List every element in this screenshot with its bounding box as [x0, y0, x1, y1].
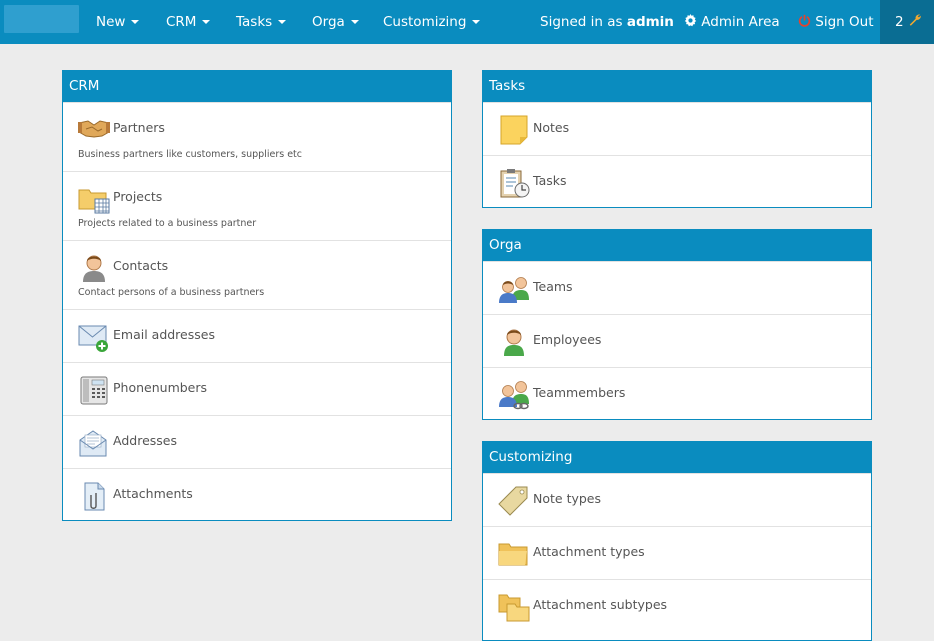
- nav-customizing-menu[interactable]: Customizing: [383, 0, 481, 44]
- signed-in-user: admin: [626, 14, 674, 30]
- team-icon: [499, 277, 529, 303]
- nav-orga-menu[interactable]: Orga: [312, 0, 359, 44]
- email-add-icon: [78, 325, 108, 352]
- project-folder-icon: [78, 189, 110, 214]
- chevron-down-icon: [202, 20, 211, 24]
- customizing-item-attachment-subtypes[interactable]: Attachment subtypes: [483, 579, 871, 632]
- chevron-down-icon: [350, 20, 359, 24]
- task-clipboard-icon: [500, 169, 530, 198]
- subfolder-icon: [498, 594, 530, 622]
- crm-item-phonenumbers[interactable]: Phonenumbers: [63, 362, 451, 415]
- customizing-panel-title: Customizing: [483, 442, 871, 473]
- sign-out-link[interactable]: Sign Out: [798, 0, 874, 44]
- address-envelope-icon: [79, 430, 107, 457]
- folder-icon: [498, 543, 528, 566]
- customizing-panel: Customizing Note types Attachment types …: [482, 441, 872, 641]
- crm-panel-title: CRM: [63, 71, 451, 102]
- crm-item-desc: Contact persons of a business partners: [78, 287, 265, 298]
- brand-logo[interactable]: [4, 5, 79, 33]
- crm-item-label: Phonenumbers: [113, 380, 208, 395]
- teammember-icon: [499, 381, 529, 410]
- contact-person-icon: [83, 255, 105, 282]
- orga-item-teammembers[interactable]: Teammembers: [483, 367, 871, 420]
- crm-item-label: Email addresses: [113, 327, 215, 342]
- crm-item-email-addresses[interactable]: Email addresses: [63, 309, 451, 362]
- orga-item-label: Teams: [533, 279, 573, 294]
- top-navbar: New CRM Tasks Orga Customizing Signed in…: [0, 0, 934, 44]
- nav-new-label: New: [96, 14, 126, 30]
- crm-item-label: Projects: [113, 189, 163, 204]
- orga-item-label: Employees: [533, 332, 602, 347]
- employee-icon: [504, 329, 524, 356]
- crm-item-desc: Projects related to a business partner: [78, 218, 257, 229]
- nav-customizing-label: Customizing: [383, 14, 467, 30]
- crm-item-addresses[interactable]: Addresses: [63, 415, 451, 468]
- nav-crm-label: CRM: [166, 14, 197, 30]
- chevron-down-icon: [131, 20, 140, 24]
- tasks-panel-title: Tasks: [483, 71, 871, 102]
- signed-in-status: Signed in as admin: [540, 0, 674, 44]
- customizing-item-note-types[interactable]: Note types: [483, 473, 871, 526]
- sticky-note-icon: [500, 115, 528, 145]
- crm-item-label: Attachments: [113, 486, 193, 501]
- orga-item-label: Teammembers: [533, 385, 626, 400]
- nav-new-menu[interactable]: New: [96, 0, 140, 44]
- crm-item-label: Partners: [113, 120, 165, 135]
- tasks-item-notes[interactable]: Notes: [483, 102, 871, 155]
- signed-in-prefix: Signed in as: [540, 14, 623, 30]
- admin-area-link[interactable]: Admin Area: [684, 0, 780, 44]
- tasks-item-label: Notes: [533, 120, 570, 135]
- admin-area-label: Admin Area: [701, 14, 780, 30]
- nav-orga-label: Orga: [312, 14, 345, 30]
- tasks-item-label: Tasks: [533, 173, 567, 188]
- customizing-item-label: Note types: [533, 491, 601, 506]
- chevron-down-icon: [472, 20, 481, 24]
- gear-icon: [684, 14, 697, 27]
- crm-item-label: Contacts: [113, 258, 169, 273]
- chevron-down-icon: [278, 20, 287, 24]
- crm-item-contacts[interactable]: Contacts Contact persons of a business p…: [63, 240, 451, 309]
- crm-item-attachments[interactable]: Attachments: [63, 468, 451, 521]
- orga-item-employees[interactable]: Employees: [483, 314, 871, 367]
- nav-tasks-label: Tasks: [236, 14, 273, 30]
- customizing-item-label: Attachment subtypes: [533, 597, 668, 612]
- tasks-item-tasks[interactable]: Tasks: [483, 155, 871, 208]
- orga-panel-title: Orga: [483, 230, 871, 261]
- crm-panel: CRM Partners Business partners like cust…: [62, 70, 452, 521]
- tasks-panel: Tasks Notes Tasks: [482, 70, 872, 208]
- crm-item-label: Addresses: [113, 433, 177, 448]
- customizing-item-attachment-types[interactable]: Attachment types: [483, 526, 871, 579]
- tag-icon: [498, 486, 528, 516]
- tools-badge-button[interactable]: 2: [880, 0, 934, 44]
- phone-icon: [80, 376, 108, 405]
- attachment-icon: [84, 482, 105, 511]
- handshake-icon: [78, 120, 110, 138]
- crm-item-desc: Business partners like customers, suppli…: [78, 149, 302, 160]
- wrench-icon: [909, 14, 921, 26]
- crm-item-partners[interactable]: Partners Business partners like customer…: [63, 102, 451, 171]
- crm-item-projects[interactable]: Projects Projects related to a business …: [63, 171, 451, 240]
- sign-out-label: Sign Out: [815, 14, 874, 30]
- customizing-item-label: Attachment types: [533, 544, 645, 559]
- nav-crm-menu[interactable]: CRM: [166, 0, 211, 44]
- badge-count: 2: [895, 14, 904, 30]
- orga-panel: Orga Teams Employees Teammembers: [482, 229, 872, 420]
- orga-item-teams[interactable]: Teams: [483, 261, 871, 314]
- nav-tasks-menu[interactable]: Tasks: [236, 0, 287, 44]
- power-icon: [798, 14, 811, 27]
